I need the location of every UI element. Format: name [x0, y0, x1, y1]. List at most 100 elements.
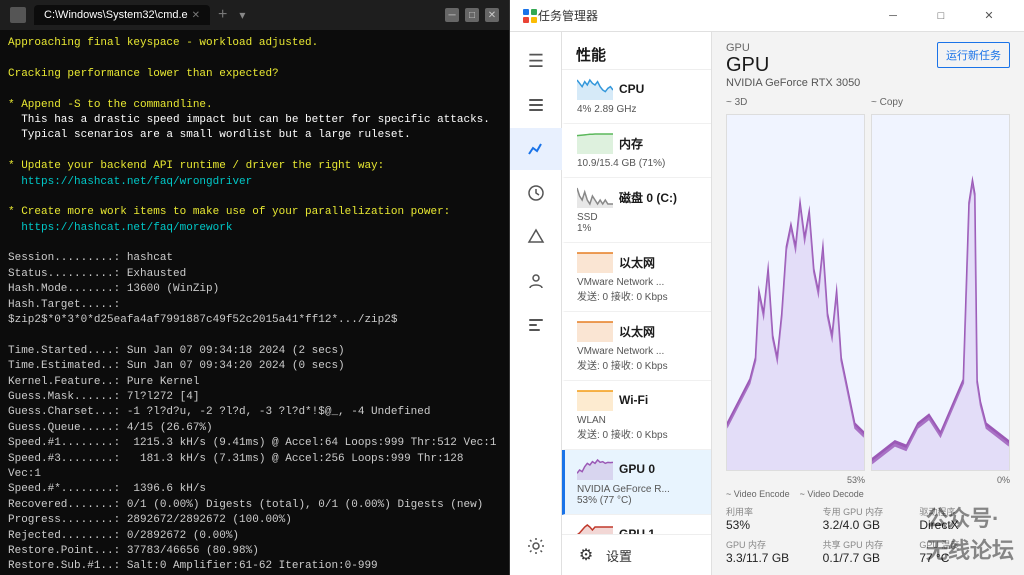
perf-item-cpu[interactable]: CPU 4% 2.89 GHz [562, 70, 711, 124]
run-task-btn[interactable]: 运行新任务 [937, 42, 1010, 68]
nav-header: 性能 [562, 32, 711, 70]
perf-item-wifi[interactable]: Wi-Fi WLAN 发送: 0 接收: 0 Kbps [562, 381, 711, 450]
stat-utilization: 利用率 53% [726, 505, 817, 532]
watermark: 公众号· 无线论坛 [926, 501, 1014, 565]
tab-dropdown-btn[interactable]: ▾ [239, 8, 245, 22]
gpu-copy-chart [871, 114, 1010, 471]
perf-item-name-cpu: CPU [619, 82, 644, 96]
mini-chart-gpu1 [577, 523, 613, 534]
tm-title-icon [522, 8, 538, 24]
watermark-line2: 无线论坛 [926, 538, 1014, 563]
settings-nav-label: 设置 [606, 546, 632, 565]
cmd-titlebar: C:\Windows\System32\cmd.e ✕ + ▾ ─ □ ✕ [0, 0, 509, 30]
settings-nav-item[interactable]: ⚙ 设置 [562, 534, 711, 575]
stat-gpu-mem-val: 3.3/11.7 GB [726, 551, 817, 565]
app-history-icon [527, 184, 545, 202]
performance-icon [527, 140, 545, 158]
perf-item-sub-wifi: WLAN [577, 415, 699, 426]
gpu-charts-area: ~ 3D 53% ~ Copy [726, 97, 1010, 485]
gpu-copy-svg [872, 115, 1009, 470]
sidebar-processes-btn[interactable] [510, 84, 562, 126]
gpu-copy-col: ~ Copy 0% [871, 97, 1010, 485]
cmd-tab-label: C:\Windows\System32\cmd.e [44, 9, 188, 21]
perf-item-sub2-disk: 1% [577, 223, 699, 234]
perf-item-sub-eth2: VMware Network ... [577, 346, 699, 357]
stat-shared-mem-label: 共享 GPU 内存 [823, 538, 914, 551]
tm-close-btn[interactable]: ✕ [966, 0, 1012, 32]
perf-item-gpu1[interactable]: GPU 1 AMD Radeon(TM) ... 18% (80 °C) [562, 515, 711, 534]
cmd-window: C:\Windows\System32\cmd.e ✕ + ▾ ─ □ ✕ Ap… [0, 0, 510, 575]
perf-item-eth2[interactable]: 以太网 VMware Network ... 发送: 0 接收: 0 Kbps [562, 312, 711, 381]
gpu-3d-col: ~ 3D 53% [726, 97, 865, 485]
stat-gpu-mem: GPU 内存 3.3/11.7 GB [726, 538, 817, 565]
perf-item-sub-disk: SSD [577, 212, 699, 223]
cmd-tab-active[interactable]: C:\Windows\System32\cmd.e ✕ [34, 5, 210, 25]
sidebar-settings-btn[interactable] [510, 525, 562, 567]
perf-items-list: CPU 4% 2.89 GHz 内存 10.9/15.4 GB (71%) 磁盘… [562, 70, 711, 534]
mini-chart-gpu0 [577, 458, 613, 480]
settings-icon [527, 537, 545, 555]
perf-item-memory[interactable]: 内存 10.9/15.4 GB (71%) [562, 124, 711, 178]
task-manager: 任务管理器 ─ □ ✕ ☰ [510, 0, 1024, 575]
tm-minimize-btn[interactable]: ─ [870, 0, 916, 32]
tm-titlebar: 任务管理器 ─ □ ✕ [510, 0, 1024, 32]
tm-body: ☰ 性能 [510, 32, 1024, 575]
sidebar-users-btn[interactable] [510, 260, 562, 302]
mini-chart-memory [577, 132, 613, 154]
tab-add-btn[interactable]: + [214, 6, 231, 24]
gpu-label: GPU [726, 42, 860, 54]
stat-dedicated-mem-val: 3.2/4.0 GB [823, 518, 914, 532]
cmd-window-controls: ─ □ ✕ [445, 8, 499, 22]
perf-item-name-gpu1: GPU 1 [619, 527, 655, 534]
mini-chart-eth2 [577, 320, 613, 342]
startup-icon [527, 228, 545, 246]
processes-icon [527, 96, 545, 114]
sidebar-details-btn[interactable] [510, 304, 562, 346]
tm-window-controls: ─ □ ✕ [870, 0, 1012, 32]
perf-item-name-eth1: 以太网 [619, 254, 655, 271]
perf-item-disk[interactable]: 磁盘 0 (C:) SSD 1% [562, 178, 711, 243]
details-icon [527, 316, 545, 334]
sidebar-performance-btn[interactable] [510, 128, 562, 170]
perf-item-gpu0[interactable]: GPU 0 NVIDIA GeForce R... 53% (77 °C) [562, 450, 711, 515]
perf-item-sub2-wifi: 发送: 0 接收: 0 Kbps [577, 426, 699, 441]
gpu-detail-header: GPU GPU NVIDIA GeForce RTX 3050 运行新任务 [726, 42, 1010, 89]
perf-item-name-memory: 内存 [619, 135, 643, 152]
gpu-subtitle: NVIDIA GeForce RTX 3050 [726, 77, 860, 89]
gpu-detail-panel: GPU GPU NVIDIA GeForce RTX 3050 运行新任务 ~ … [712, 32, 1024, 575]
watermark-line1: 公众号· [926, 506, 999, 531]
settings-nav-icon: ⚙ [576, 545, 596, 565]
mini-chart-wifi [577, 389, 613, 411]
sidebar-startup-btn[interactable] [510, 216, 562, 258]
sidebar-toggle-btn[interactable]: ☰ [510, 40, 562, 82]
video-decode-label: ~ Video Decode [800, 489, 864, 499]
perf-item-name-gpu0: GPU 0 [619, 462, 655, 476]
gpu-3d-svg [727, 115, 864, 470]
perf-item-sub2-gpu0: 53% (77 °C) [577, 495, 699, 506]
gpu-name-block: GPU GPU NVIDIA GeForce RTX 3050 [726, 42, 860, 89]
gpu-3d-label: ~ 3D [726, 97, 865, 108]
perf-item-name-disk: 磁盘 0 (C:) [619, 189, 677, 206]
maximize-btn[interactable]: □ [465, 8, 479, 22]
close-btn[interactable]: ✕ [485, 8, 499, 22]
mini-chart-eth1 [577, 251, 613, 273]
stat-utilization-val: 53% [726, 518, 817, 532]
perf-item-eth1[interactable]: 以太网 VMware Network ... 发送: 0 接收: 0 Kbps [562, 243, 711, 312]
users-icon [527, 272, 545, 290]
perf-item-sub-gpu0: NVIDIA GeForce R... [577, 484, 699, 495]
perf-item-sub2-eth2: 发送: 0 接收: 0 Kbps [577, 357, 699, 372]
cmd-content: Approaching final keyspace - workload ad… [0, 30, 509, 575]
mini-chart-disk [577, 186, 613, 208]
tm-maximize-btn[interactable]: □ [918, 0, 964, 32]
gpu-copy-pct: 0% [871, 475, 1010, 485]
mini-chart-cpu [577, 78, 613, 100]
perf-item-sub-cpu: 4% 2.89 GHz [577, 104, 699, 115]
perf-item-sub-eth1: VMware Network ... [577, 277, 699, 288]
perf-item-sub-memory: 10.9/15.4 GB (71%) [577, 158, 699, 169]
nav-expanded: 性能 CPU 4% 2.89 GHz 内存 10.9/15.4 GB (71%) [562, 32, 712, 575]
tab-close-btn[interactable]: ✕ [192, 10, 200, 21]
gpu-3d-pct: 53% [726, 475, 865, 485]
minimize-btn[interactable]: ─ [445, 8, 459, 22]
sidebar-app-history-btn[interactable] [510, 172, 562, 214]
tab-bar: C:\Windows\System32\cmd.e ✕ + ▾ [34, 5, 245, 25]
